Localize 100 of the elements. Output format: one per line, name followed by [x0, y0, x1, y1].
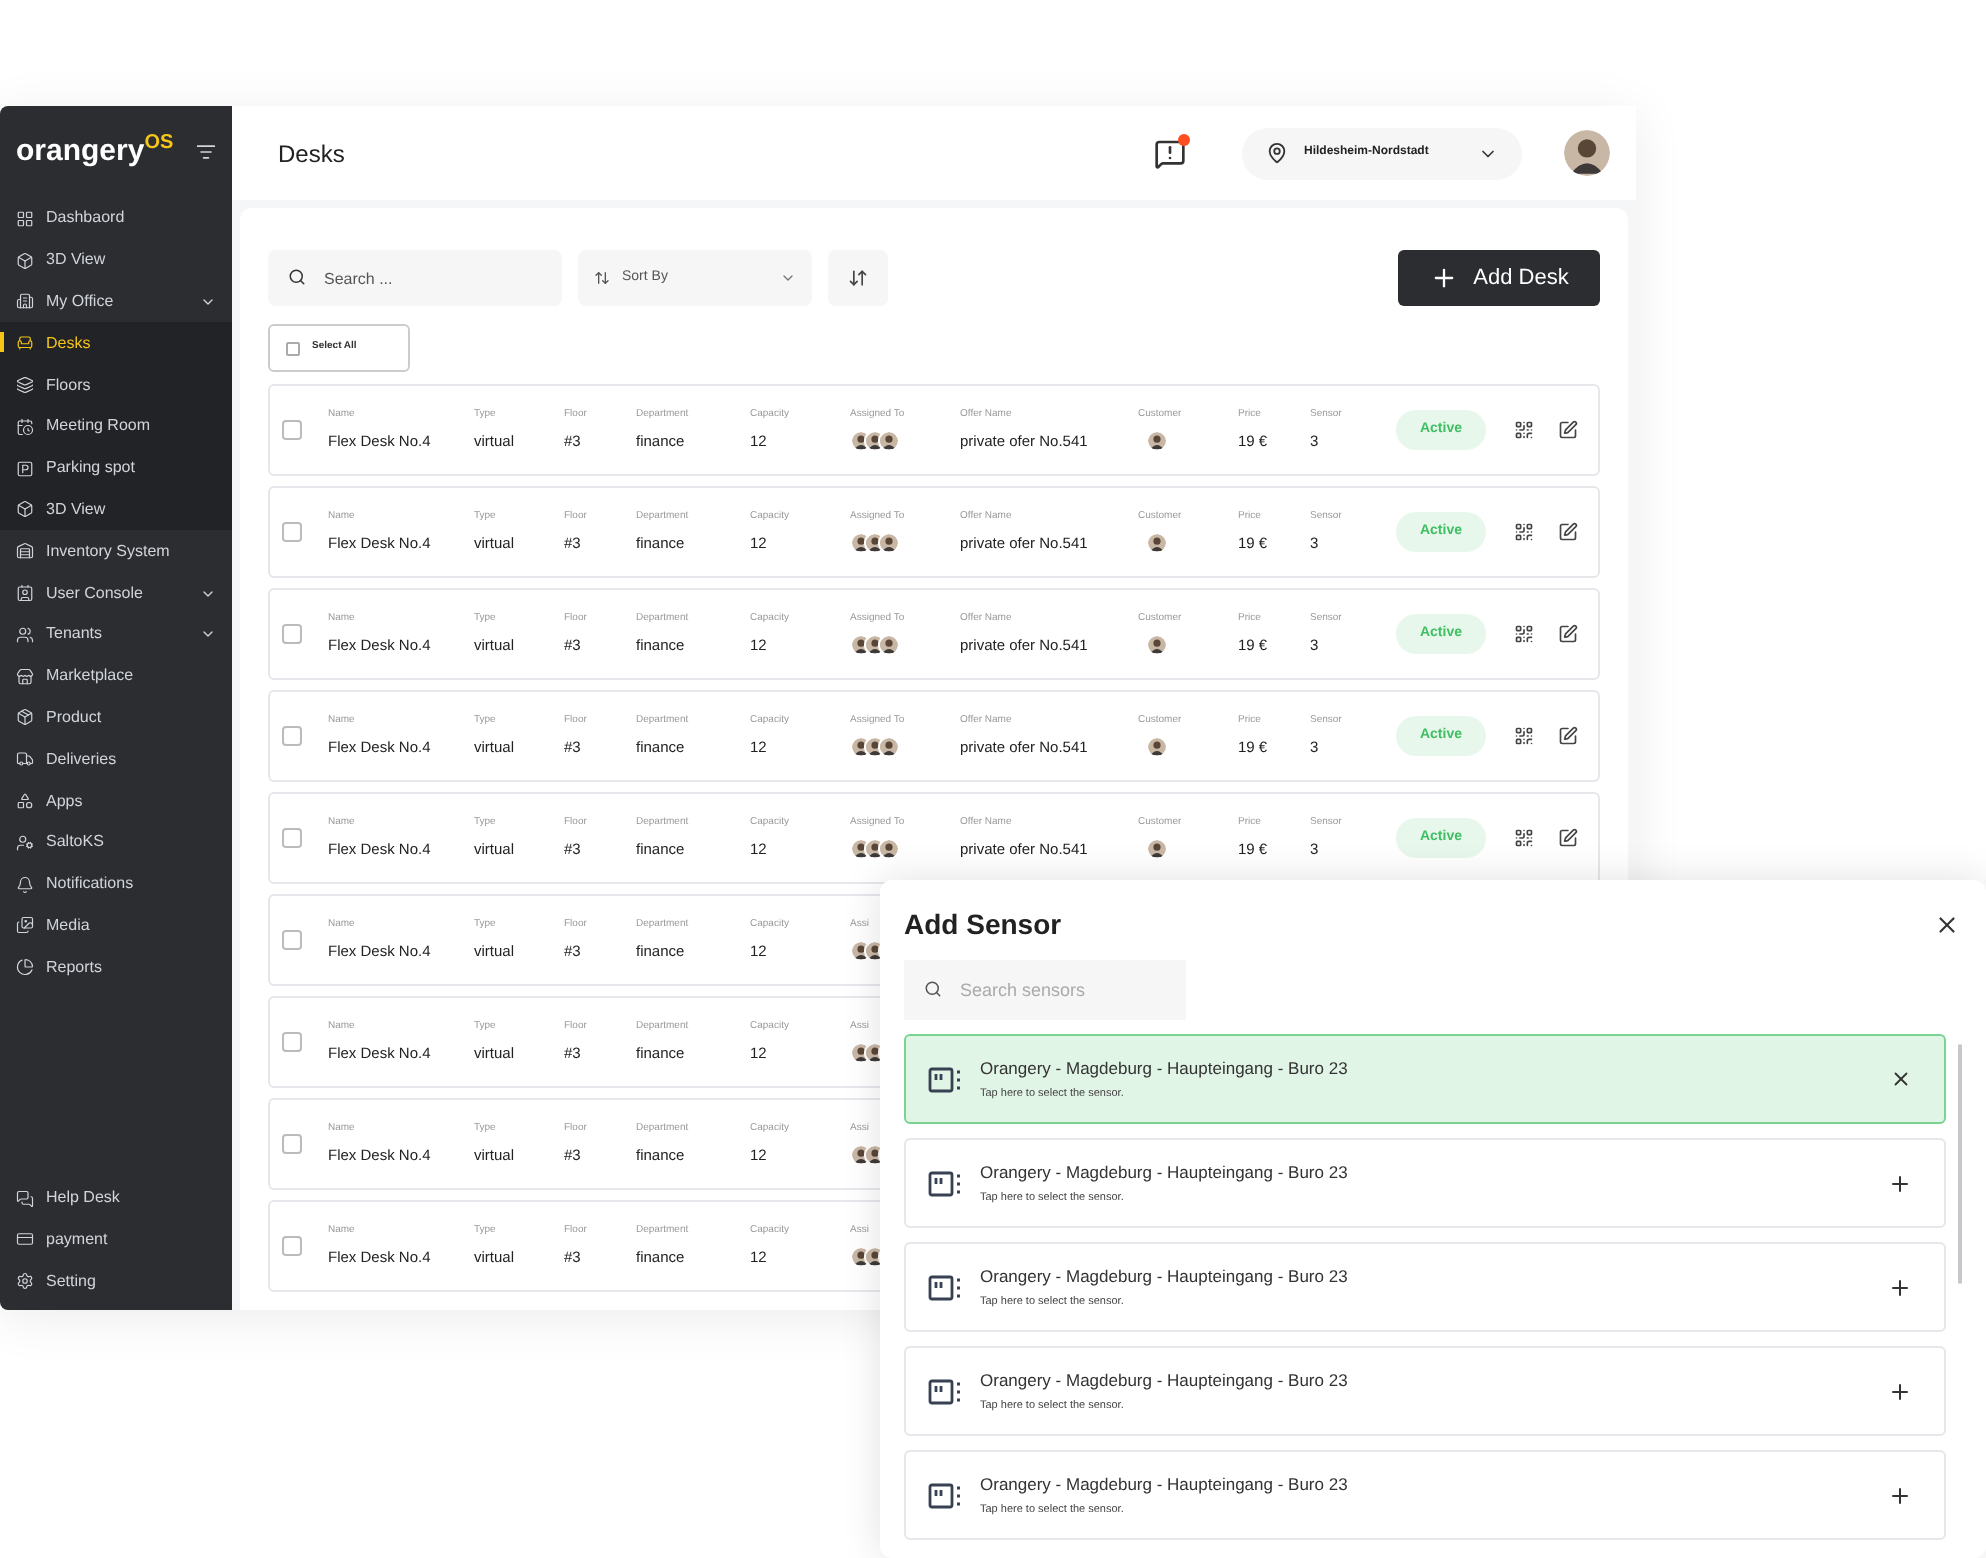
sidebar-item[interactable]: Help Desk	[0, 1177, 232, 1219]
sidebar-item[interactable]: Marketplace	[0, 655, 232, 698]
assignee-avatar	[878, 429, 900, 452]
row-checkbox[interactable]	[282, 420, 302, 440]
menu-item-icon	[16, 292, 34, 311]
sidebar-subitem[interactable]: Parking spot	[0, 447, 232, 490]
sensor-name: Orangery - Magdeburg - Haupteingang - Buro 23	[980, 1160, 1350, 1186]
sidebar-item[interactable]: Product	[0, 697, 232, 739]
search-field[interactable]: Search sensors	[904, 960, 1186, 1020]
page-title: Desks	[278, 137, 345, 171]
menu-item-icon	[16, 958, 34, 977]
add-icon[interactable]	[1888, 1171, 1912, 1195]
qr-code-icon[interactable]	[1514, 420, 1534, 440]
sensor-icon	[928, 1481, 964, 1509]
sidebar-subitem[interactable]: Floors	[0, 364, 232, 406]
edit-icon[interactable]	[1558, 420, 1578, 440]
menu-item-icon	[16, 500, 34, 519]
sidebar-item[interactable]: SaltoKS	[0, 821, 232, 864]
sensor-name: Orangery - Magdeburg - Haupteingang - Buro 23	[980, 1056, 1350, 1082]
sidebar-item[interactable]: 3D View	[0, 239, 232, 282]
edit-icon[interactable]	[1558, 828, 1578, 848]
row-checkbox[interactable]	[282, 522, 302, 542]
add-icon[interactable]	[1888, 1379, 1912, 1403]
add-desk-button[interactable]: Add Desk	[1398, 250, 1600, 306]
menu-item-icon	[16, 334, 34, 353]
dialog-title: Add Sensor	[904, 906, 1062, 944]
menu-item-icon	[16, 708, 34, 727]
menu-item-icon	[16, 875, 34, 894]
sensor-name: Orangery - Magdeburg - Haupteingang - Buro 23	[980, 1264, 1350, 1290]
customer-avatar	[1146, 531, 1168, 554]
customer-avatar	[1146, 633, 1168, 656]
customer-avatar	[1146, 837, 1168, 860]
menu-item-icon	[16, 625, 34, 644]
menu-item-icon	[16, 417, 34, 436]
sidebar-item[interactable]: Notifications	[0, 863, 232, 906]
edit-icon[interactable]	[1558, 726, 1578, 746]
qr-code-icon[interactable]	[1514, 522, 1534, 542]
sensor-icon	[928, 1065, 964, 1093]
scrollbar[interactable]	[1958, 1044, 1962, 1284]
row-checkbox[interactable]	[282, 828, 302, 848]
row-checkbox[interactable]	[282, 1236, 302, 1256]
sidebar-item[interactable]: payment	[0, 1218, 232, 1261]
sidebar-item[interactable]: Apps	[0, 780, 232, 822]
menu-item-icon	[16, 1272, 34, 1291]
sidebar-subitem[interactable]: Meeting Room	[0, 405, 232, 448]
menu-item-icon	[16, 376, 34, 395]
search-icon	[924, 980, 942, 998]
row-checkbox[interactable]	[282, 1134, 302, 1154]
row-checkbox[interactable]	[282, 726, 302, 746]
remove-icon[interactable]	[1890, 1068, 1912, 1090]
help-chat-icon[interactable]	[1154, 137, 1186, 169]
menu-item-icon	[16, 209, 34, 228]
sidebar-item[interactable]: Inventory System	[0, 530, 232, 573]
sensor-name: Orangery - Magdeburg - Haupteingang - Buro 23	[980, 1368, 1350, 1394]
menu-item-icon	[16, 542, 34, 561]
qr-code-icon[interactable]	[1514, 624, 1534, 644]
sensor-name: Orangery - Magdeburg - Haupteingang - Buro 23	[980, 1472, 1350, 1498]
menu-item-icon	[16, 251, 34, 270]
menu-icon[interactable]	[196, 142, 216, 162]
search-field[interactable]: Search ...	[268, 250, 562, 306]
menu-item-icon	[16, 792, 34, 811]
search-icon	[288, 268, 306, 286]
add-icon[interactable]	[1888, 1483, 1912, 1507]
plus-icon	[1429, 264, 1458, 292]
sidebar-item[interactable]: Media	[0, 905, 232, 947]
add-icon[interactable]	[1888, 1275, 1912, 1299]
sidebar-item[interactable]: User Console	[0, 572, 232, 614]
menu-item-icon	[16, 833, 34, 852]
sidebar-item[interactable]: My Office	[0, 281, 232, 323]
sort-order-icon	[848, 268, 868, 288]
close-icon[interactable]	[1934, 912, 1960, 938]
sensor-icon	[928, 1377, 964, 1405]
row-checkbox[interactable]	[282, 930, 302, 950]
row-checkbox[interactable]	[282, 1032, 302, 1052]
qr-code-icon[interactable]	[1514, 828, 1534, 848]
sensor-icon	[928, 1169, 964, 1197]
sidebar-subitem[interactable]: 3D View	[0, 489, 232, 531]
sort-order-button[interactable]	[828, 250, 888, 306]
assignee-avatar	[878, 633, 900, 656]
edit-icon[interactable]	[1558, 522, 1578, 542]
location-pin-icon	[1266, 142, 1288, 164]
row-checkbox[interactable]	[282, 624, 302, 644]
menu-item-icon	[16, 459, 34, 478]
sort-icon	[594, 270, 610, 286]
sidebar-item[interactable]: Setting	[0, 1260, 232, 1302]
menu-item-icon	[16, 667, 34, 686]
assignee-avatar	[878, 837, 900, 860]
sidebar-item[interactable]: Deliveries	[0, 738, 232, 781]
edit-icon[interactable]	[1558, 624, 1578, 644]
menu-item-icon	[16, 750, 34, 769]
customer-avatar	[1146, 429, 1168, 452]
sidebar-item[interactable]: Tenants	[0, 613, 232, 656]
checkbox[interactable]	[286, 341, 300, 355]
user-avatar	[1562, 128, 1612, 178]
sidebar-item[interactable]: Reports	[0, 946, 232, 989]
sidebar-item[interactable]: Dashbaord	[0, 198, 232, 240]
qr-code-icon[interactable]	[1514, 726, 1534, 746]
sidebar-subitem[interactable]: Desks	[0, 322, 232, 365]
menu-item-icon	[16, 584, 34, 603]
menu-item-icon	[16, 916, 34, 935]
